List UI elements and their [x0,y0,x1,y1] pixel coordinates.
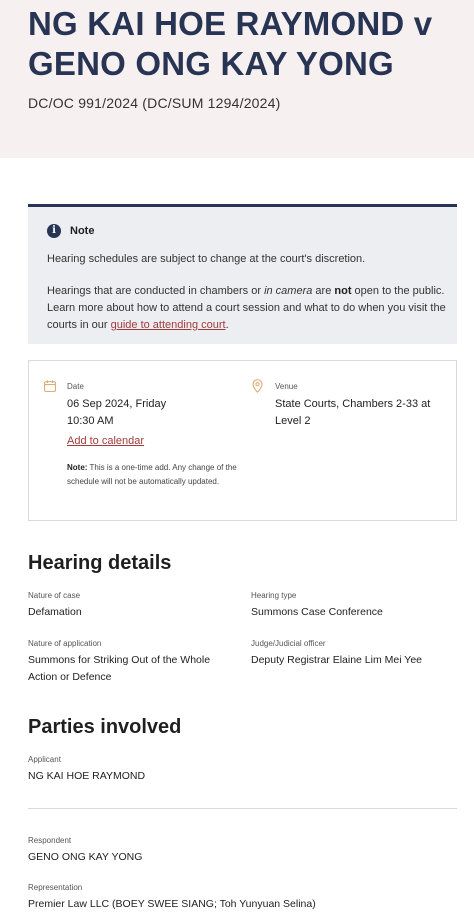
judge-value: Deputy Registrar Elaine Lim Mei Yee [251,654,423,666]
hearing-date: 06 Sep 2024, Friday [67,398,167,410]
calendar-note-label: Note: [67,463,88,472]
nature-of-case-label: Nature of case [28,591,81,600]
applicant-label: Applicant [28,755,61,764]
hearing-type-label: Hearing type [251,591,297,600]
hearing-time: 10:30 AM [67,415,114,427]
calendar-note-text: This is a one-time add. Any change of th… [67,463,237,486]
calendar-note: Note: This is a one-time add. Any change… [67,461,239,489]
parties-divider [28,808,457,809]
hearing-details-heading: Hearing details [28,552,172,574]
guide-to-attending-court-link[interactable]: guide to attending court [111,319,226,331]
hearing-type-value: Summons Case Conference [251,606,383,618]
respondent-value: GENO ONG KAY YONG [28,851,143,863]
note-paragraph-schedule: Hearing schedules are subject to change … [47,253,366,265]
nature-of-case-value: Defamation [28,606,82,618]
judge-label: Judge/Judicial officer [251,639,326,648]
note-panel: i Note Hearing schedules are subject to … [28,204,457,344]
venue-label: Venue [275,382,298,391]
note-heading: Note [70,225,95,237]
page-title: NG KAI HOE RAYMOND v GENO ONG KAY YONG [28,5,433,82]
case-header: NG KAI HOE RAYMOND v GENO ONG KAY YONG D… [0,0,474,158]
nature-of-application-label: Nature of application [28,639,102,648]
representation-value: Premier Law LLC (BOEY SWEE SIANG; Toh Yu… [28,898,316,910]
note-emphasis: in camera [264,285,313,297]
location-pin-icon [252,379,263,393]
representation-label: Representation [28,883,83,892]
respondent-label: Respondent [28,836,72,845]
venue-line-2: Level 2 [275,415,311,427]
schedule-card: Date 06 Sep 2024, Friday 10:30 AM Add to… [28,360,457,521]
venue-line-1: State Courts, Chambers 2-33 at [275,398,431,410]
note-text: are [312,285,335,297]
note-strong: not [334,285,352,297]
note-paragraph-attendance: Hearings that are conducted in chambers … [47,283,447,334]
info-icon: i [47,224,61,238]
nature-of-application-line-2: Action or Defence [28,671,112,683]
calendar-icon [44,380,56,392]
date-label: Date [67,382,84,391]
parties-involved-heading: Parties involved [28,716,182,738]
case-number: DC/OC 991/2024 (DC/SUM 1294/2024) [28,95,281,111]
note-text: . [225,319,229,331]
applicant-value: NG KAI HOE RAYMOND [28,770,146,782]
note-text: Hearings that are conducted in chambers … [47,285,265,297]
add-to-calendar-link[interactable]: Add to calendar [67,435,144,447]
nature-of-application-line-1: Summons for Striking Out of the Whole [28,654,211,666]
